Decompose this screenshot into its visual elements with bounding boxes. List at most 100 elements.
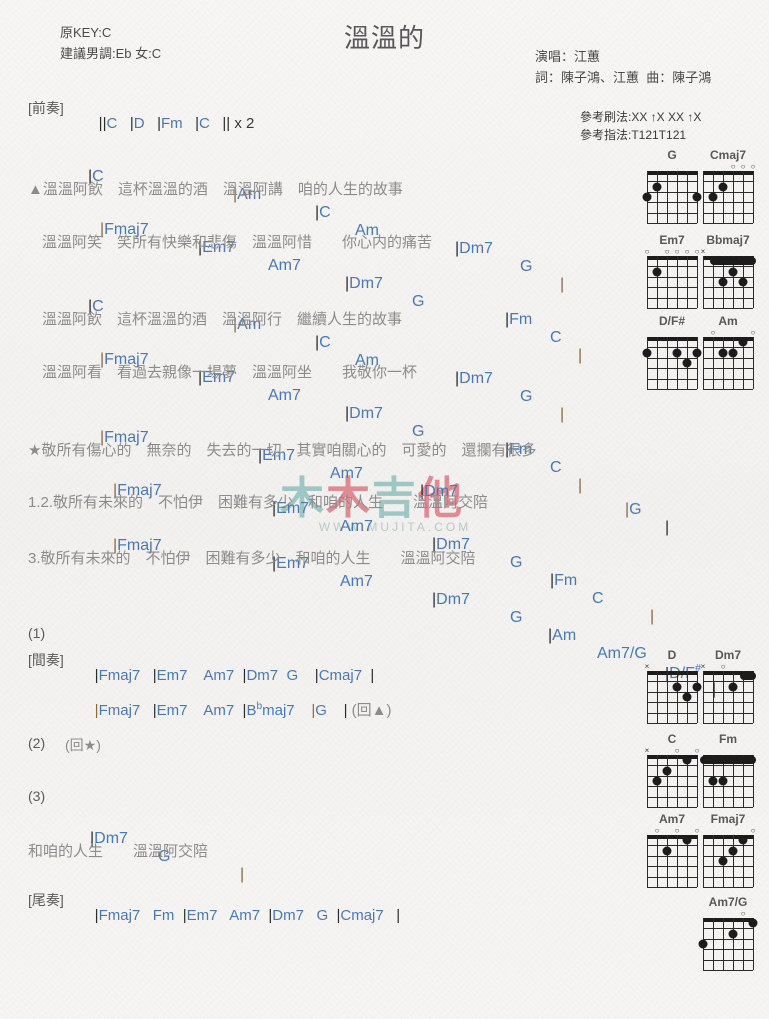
fret-line bbox=[647, 796, 697, 798]
string-line bbox=[703, 337, 704, 389]
string-line bbox=[667, 337, 668, 389]
string-line bbox=[723, 337, 724, 389]
finger-dot bbox=[662, 846, 672, 856]
fretboard-nut bbox=[647, 337, 697, 341]
fret-line bbox=[647, 681, 697, 683]
chord-diagram-fretboard bbox=[647, 671, 702, 724]
fret-line bbox=[647, 202, 697, 204]
chord-diagram-am7: Am7 ○ ○ ○ bbox=[644, 812, 700, 888]
lyric-music-credit: 詞：陳子鴻、江蕙 曲：陳子鴻 bbox=[535, 70, 712, 85]
chord-diagram-dm7: Dm7 × ○ bbox=[700, 648, 756, 724]
finger-dot bbox=[672, 348, 682, 358]
string-line bbox=[713, 337, 714, 389]
fret-line bbox=[703, 212, 753, 214]
finger-dot bbox=[728, 846, 738, 856]
finger-dot bbox=[642, 348, 652, 358]
open-string-icon: ○ bbox=[694, 746, 700, 755]
finger-dot bbox=[718, 277, 728, 287]
string-line bbox=[713, 918, 714, 970]
finger-dot bbox=[682, 755, 692, 765]
section-three-lyricline: 和咱的人生 溫溫阿交陪 bbox=[28, 843, 209, 860]
fret-line bbox=[703, 938, 753, 940]
fret-line bbox=[703, 287, 753, 289]
fret-line bbox=[647, 866, 697, 868]
string-line bbox=[753, 171, 754, 223]
finger-dot bbox=[728, 929, 738, 939]
section-two-label: (2) bbox=[28, 735, 46, 751]
chord-diagram-c: C × ○ ○ bbox=[644, 732, 700, 808]
fret-line bbox=[647, 845, 697, 847]
chord-diagram-fretboard bbox=[642, 171, 702, 224]
chord-diagram-open-markers: × ○ bbox=[700, 662, 756, 671]
chord-diagram-fretboard bbox=[703, 171, 754, 224]
fret-line bbox=[647, 702, 697, 704]
open-string-icon: ○ bbox=[720, 662, 726, 671]
verse2-lyricline-2: 溫溫阿看 看過去親像一場夢 溫溫阿坐 我敬你一杯 bbox=[42, 364, 418, 381]
fret-line bbox=[703, 928, 753, 930]
fret-line bbox=[703, 378, 753, 380]
finger-dot bbox=[738, 337, 748, 347]
string-line bbox=[667, 835, 668, 887]
fret-line bbox=[703, 855, 753, 857]
fretboard-nut bbox=[703, 918, 753, 922]
chord-diagram-name: C bbox=[667, 732, 677, 746]
finger-dot bbox=[728, 267, 738, 277]
chorus-chordline-1: |Fmaj7 |Em7 Am7 |Dm7 |G | bbox=[100, 429, 670, 536]
chord-diagram-d-f-: D/F# bbox=[642, 314, 702, 390]
verse2-chordline-2: |Fmaj7 |Em7 Am7 |Dm7 G |Fm C | bbox=[100, 351, 583, 494]
chord-diagram-name: Cmaj7 bbox=[709, 148, 747, 162]
fret-line bbox=[703, 691, 753, 693]
string-line bbox=[677, 337, 678, 389]
chord-diagram-open-markers: × bbox=[644, 662, 700, 671]
verse1-chordline-2: |Fmaj7 |Em7 Am7 |Dm7 G |Fm C | bbox=[100, 221, 583, 364]
fret-line bbox=[647, 368, 697, 370]
string-line bbox=[647, 835, 648, 887]
fret-line bbox=[703, 887, 753, 888]
chord-diagram-name: Fmaj7 bbox=[710, 812, 746, 826]
string-line bbox=[657, 171, 658, 223]
finger-dot bbox=[718, 856, 728, 866]
string-line bbox=[647, 755, 648, 807]
barre-marker bbox=[710, 257, 756, 266]
open-string-icon: ○ bbox=[674, 247, 680, 256]
chord-diagram-fretboard bbox=[647, 256, 698, 309]
fretboard-nut bbox=[647, 171, 697, 175]
intro-label: [前奏] bbox=[28, 100, 64, 116]
chorus-lyricline-2: 1.2.敬所有未來的 不怕伊 困難有多少 和咱的人生 溫溫阿交陪 bbox=[28, 494, 489, 511]
finger-dot bbox=[748, 918, 758, 928]
fret-line bbox=[703, 357, 753, 359]
chord-diagram-fretboard bbox=[698, 918, 758, 971]
verse2-chordline-1: |C |Am |C Am |Dm7 G | bbox=[88, 298, 565, 423]
chord-diagram-fretboard bbox=[703, 835, 754, 888]
fretboard-nut bbox=[647, 256, 697, 260]
finger-dot bbox=[718, 776, 728, 786]
open-string-icon: ○ bbox=[750, 328, 756, 337]
fingerstyle-pattern: 參考指法:T121T121 bbox=[580, 128, 687, 142]
string-line bbox=[667, 671, 668, 723]
fret-line bbox=[703, 949, 753, 951]
finger-dot bbox=[738, 277, 748, 287]
chord-diagram-fretboard bbox=[703, 337, 754, 390]
open-string-icon: ○ bbox=[750, 162, 756, 171]
finger-dot bbox=[728, 348, 738, 358]
chord-diagram-am: Am ○ ○ bbox=[700, 314, 756, 390]
chord-diagram-open-markers: ○ ○ ○ bbox=[644, 826, 700, 835]
chord-diagram-fretboard bbox=[647, 835, 698, 888]
finger-dot bbox=[718, 182, 728, 192]
open-string-icon: ○ bbox=[694, 247, 700, 256]
fret-line bbox=[703, 347, 753, 349]
muted-string-icon: × bbox=[644, 662, 650, 671]
finger-dot bbox=[708, 776, 718, 786]
fret-line bbox=[647, 786, 697, 788]
fret-line bbox=[703, 266, 753, 268]
string-line bbox=[697, 755, 698, 807]
string-line bbox=[697, 835, 698, 887]
chord-diagram-open-markers: ○ ○ bbox=[700, 328, 756, 337]
fret-line bbox=[647, 287, 697, 289]
chord-diagram-open-markers: ○ bbox=[700, 909, 756, 918]
fret-line bbox=[647, 212, 697, 214]
chord-diagram-fretboard bbox=[703, 256, 756, 309]
string-line bbox=[687, 256, 688, 308]
fret-line bbox=[703, 876, 753, 878]
open-string-icon: ○ bbox=[710, 328, 716, 337]
